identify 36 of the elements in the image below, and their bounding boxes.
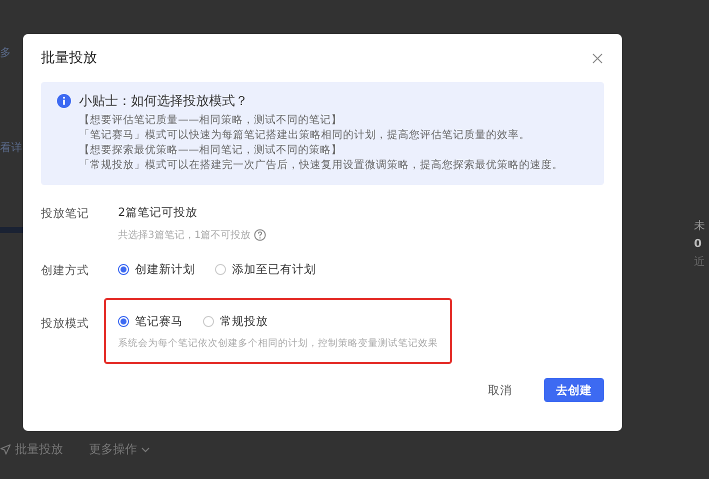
create-button[interactable]: 去创建: [544, 378, 604, 402]
radio-button[interactable]: [118, 264, 129, 275]
dialog-title: 批量投放: [41, 49, 97, 67]
radio-button[interactable]: [118, 316, 129, 327]
radio-button[interactable]: [203, 316, 214, 327]
background-text: 0: [694, 237, 703, 250]
tip-text: 【想要评估笔记质量——相同策略，测试不同的笔记】: [78, 113, 343, 128]
info-icon: [57, 94, 71, 108]
radio-option[interactable]: 笔记赛马: [118, 314, 183, 329]
radio-label: 笔记赛马: [135, 314, 183, 329]
hint-text: 共选择3篇笔记，1篇不可投放: [118, 228, 251, 242]
radio-button[interactable]: [215, 264, 226, 275]
background-text: 未: [694, 218, 705, 233]
background-text: 多: [0, 45, 12, 60]
field-label: 投放模式: [41, 315, 90, 331]
radio-option[interactable]: 常规投放: [203, 314, 268, 329]
close-icon[interactable]: [592, 52, 603, 64]
background-bar: [0, 227, 23, 233]
send-icon: [0, 444, 11, 455]
tip-title: 小贴士：如何选择投放模式？: [79, 93, 248, 110]
hint-text: 系统会为每个笔记依次创建多个相同的计划，控制策略变量测试笔记效果: [118, 337, 438, 350]
background-text: 看详: [0, 140, 23, 155]
field-label: 创建方式: [41, 262, 90, 278]
tip-text: 「常规投放」模式可以在搭建完一次广告后，快速复用设置微调策略，提高您探索最优策略的速度。: [78, 158, 564, 173]
cancel-button[interactable]: 取消: [478, 378, 522, 402]
radio-label: 常规投放: [220, 314, 268, 329]
field-label: 投放笔记: [41, 205, 90, 221]
field-value: 2篇笔记可投放: [118, 205, 198, 220]
radio-label: 创建新计划: [135, 262, 195, 277]
tip-text: 「笔记赛马」模式可以快速为每篇笔记搭建出策略相同的计划，提高您评估笔记质量的效率。: [78, 128, 531, 143]
radio-option[interactable]: 添加至已有计划: [215, 262, 316, 277]
radio-option[interactable]: 创建新计划: [118, 262, 195, 277]
tip-text: 【想要探索最优策略——相同笔记，测试不同的策略】: [78, 143, 343, 158]
radio-label: 添加至已有计划: [232, 262, 316, 277]
chevron-down-icon: [141, 446, 150, 452]
help-icon[interactable]: [254, 229, 266, 241]
